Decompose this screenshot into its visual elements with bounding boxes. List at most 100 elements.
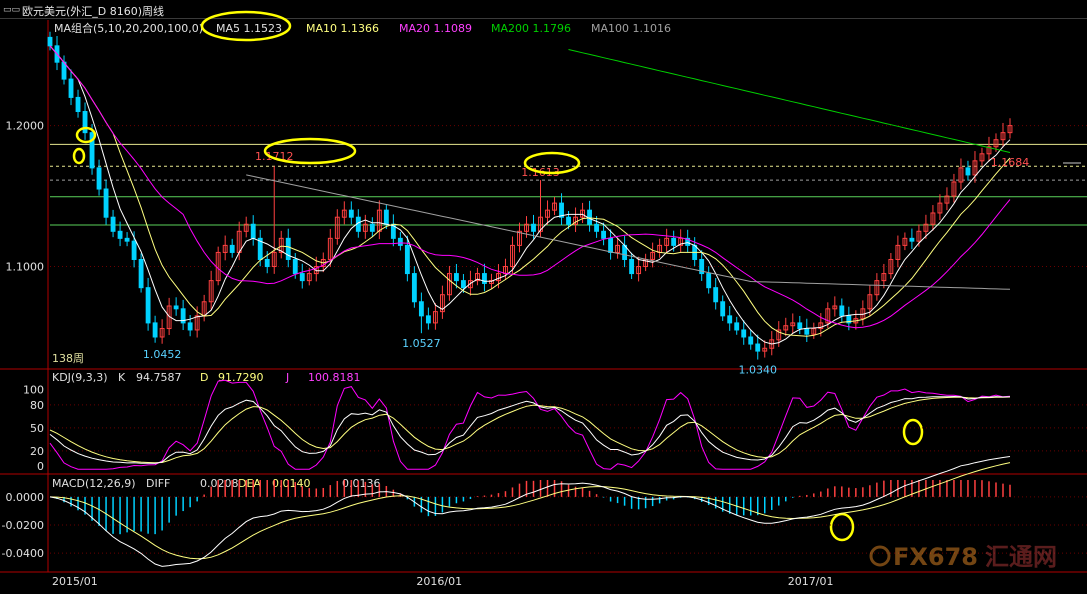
candle bbox=[860, 300, 866, 326]
candle-body bbox=[755, 343, 761, 352]
candle-body bbox=[47, 36, 53, 47]
legend-1: MA5 1.1523 bbox=[216, 22, 282, 35]
kdj-legend: KDJ(9,3,3) K 94.7587 D 91.7290 J 100.8181 bbox=[52, 371, 361, 384]
stock-chart[interactable]: MA组合(5,10,20,200,100,0) MA5 1.1523 MA10 1.… bbox=[0, 0, 1087, 594]
candle-body bbox=[117, 230, 123, 239]
candle bbox=[713, 277, 719, 310]
candle-body bbox=[671, 237, 677, 246]
candle bbox=[657, 238, 663, 258]
ma10-line bbox=[49, 45, 1011, 337]
candle-body bbox=[397, 237, 403, 246]
candle bbox=[271, 166, 277, 274]
candle bbox=[278, 230, 284, 259]
candle bbox=[734, 316, 740, 335]
candle bbox=[951, 173, 957, 203]
candle bbox=[173, 297, 179, 316]
candle-body bbox=[68, 78, 74, 98]
ma100-line bbox=[246, 174, 1011, 290]
kdj-legend-2: 94.7587 bbox=[136, 371, 182, 384]
candle-body bbox=[264, 258, 270, 268]
candle bbox=[138, 253, 144, 293]
kdj-j-line bbox=[49, 379, 1011, 470]
macd-y-tick: -0.0400 bbox=[2, 547, 44, 560]
candle-body bbox=[804, 328, 810, 335]
price-label-1.0527: 1.0527 bbox=[402, 337, 441, 350]
candle bbox=[299, 263, 305, 289]
legend-3: MA20 1.1089 bbox=[399, 22, 472, 35]
candle bbox=[75, 89, 81, 118]
kdj-y-tick: 0 bbox=[37, 460, 44, 473]
candle bbox=[1007, 118, 1013, 139]
candle bbox=[699, 250, 705, 281]
candle-body bbox=[348, 209, 354, 218]
candle bbox=[124, 232, 130, 247]
legend-4: MA200 1.1796 bbox=[491, 22, 571, 35]
candle bbox=[285, 228, 291, 268]
candle-body bbox=[608, 237, 614, 253]
candle bbox=[411, 266, 417, 308]
kdj-d-line bbox=[49, 396, 1011, 464]
candle bbox=[369, 217, 375, 237]
candle-body bbox=[411, 273, 417, 303]
candle-body bbox=[404, 244, 410, 275]
candle bbox=[180, 299, 186, 331]
candle bbox=[159, 319, 165, 344]
candle bbox=[608, 229, 614, 260]
candle-body bbox=[601, 230, 607, 239]
candle bbox=[250, 215, 256, 246]
candle bbox=[432, 303, 438, 330]
candle-body bbox=[229, 244, 235, 253]
candle bbox=[208, 270, 214, 310]
candle-body bbox=[482, 273, 487, 284]
watermark-cn: 汇通网 bbox=[985, 543, 1057, 571]
candle bbox=[580, 202, 585, 224]
candle bbox=[446, 265, 452, 301]
candle bbox=[678, 229, 684, 253]
candle bbox=[811, 322, 817, 339]
candle-body bbox=[299, 273, 305, 282]
candle bbox=[832, 296, 838, 317]
candle-body bbox=[418, 301, 424, 317]
candle-body bbox=[453, 273, 459, 282]
candle-body bbox=[909, 237, 915, 242]
watermark-brand: FX678 bbox=[893, 543, 978, 571]
candle-body bbox=[741, 329, 747, 338]
candle bbox=[552, 196, 557, 216]
candle bbox=[727, 305, 733, 331]
macd-legend-5: 0.0136 bbox=[342, 477, 381, 490]
x-axis-label: 2015/01 bbox=[52, 575, 98, 588]
candle bbox=[720, 295, 726, 321]
candle-body bbox=[187, 322, 193, 331]
candle-body bbox=[727, 315, 733, 324]
candle-body bbox=[734, 322, 740, 331]
candle-body bbox=[629, 258, 635, 275]
x-axis-label: 2017/01 bbox=[788, 575, 834, 588]
candle-body bbox=[110, 216, 116, 232]
candle-body bbox=[103, 188, 109, 218]
candle bbox=[706, 266, 712, 294]
candle-body bbox=[145, 287, 151, 324]
candle bbox=[944, 187, 950, 211]
candle bbox=[622, 235, 628, 268]
kdj-k-line bbox=[49, 395, 1011, 464]
price-label-1.1684: 1.1684 bbox=[991, 156, 1030, 169]
candle bbox=[376, 200, 382, 240]
candle bbox=[930, 205, 936, 231]
watermark: FX678 汇通网 bbox=[869, 543, 1057, 571]
legend-0: MA组合(5,10,20,200,100,0) bbox=[54, 21, 203, 35]
candle bbox=[937, 194, 943, 221]
candle-body bbox=[96, 167, 102, 190]
candle bbox=[685, 229, 691, 253]
candle-body bbox=[425, 315, 431, 324]
candle bbox=[390, 214, 396, 247]
candle bbox=[748, 329, 754, 350]
candle bbox=[853, 310, 859, 330]
candle bbox=[425, 307, 431, 330]
candle bbox=[979, 147, 985, 166]
candle bbox=[362, 214, 368, 239]
kdj-legend-1: K bbox=[118, 371, 126, 384]
candle bbox=[243, 216, 249, 238]
y-tick-label: 1.2000 bbox=[6, 120, 45, 133]
candle bbox=[348, 201, 354, 225]
candle-body bbox=[124, 237, 130, 242]
